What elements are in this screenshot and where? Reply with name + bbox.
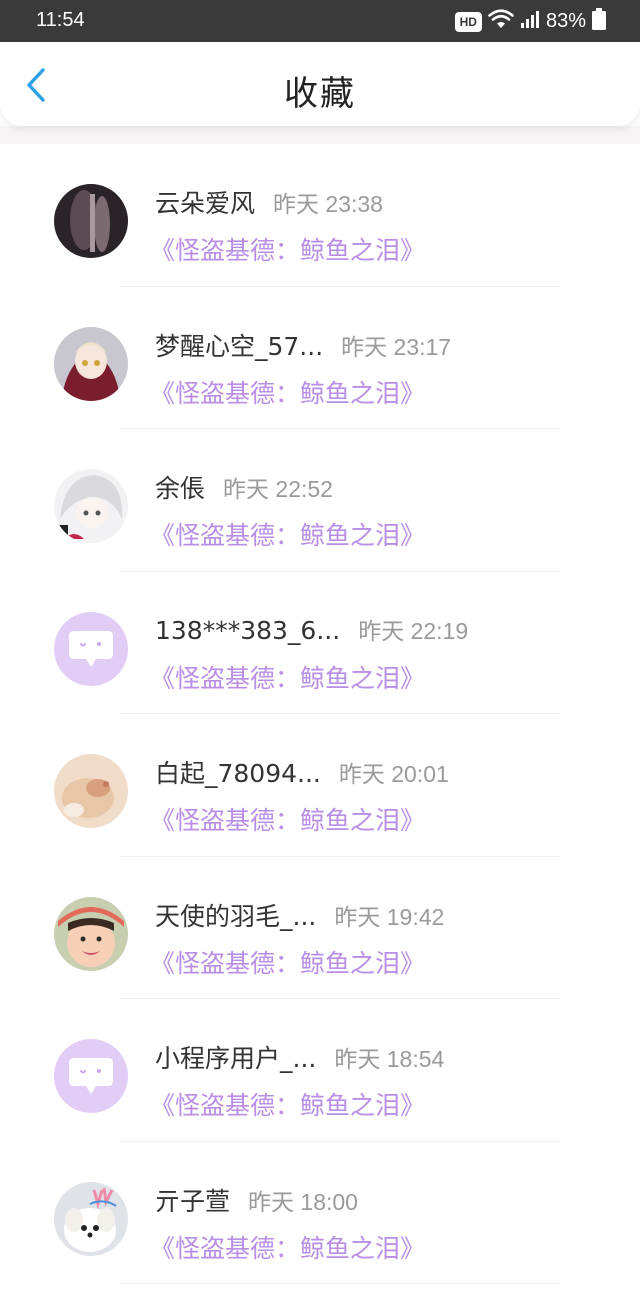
default-avatar[interactable]	[54, 611, 128, 686]
user-name: 138***383_6...	[155, 615, 341, 645]
status-icons: HD 83%	[454, 8, 606, 35]
user-name: 余倀	[155, 474, 206, 503]
collection-title-link[interactable]: 《怪盗基德：鲸鱼之泪》	[150, 374, 425, 410]
collection-title-link[interactable]: 《怪盗基德：鲸鱼之泪》	[150, 516, 425, 552]
user-name: 梦醒心空_57...	[155, 331, 324, 361]
timestamp: 昨天 19:42	[334, 903, 445, 930]
name-row: 白起_78094... 昨天 20:01	[155, 754, 449, 790]
battery-percent: 83%	[545, 10, 586, 32]
list-item[interactable]: 白起_78094... 昨天 20:01 《怪盗基德：鲸鱼之泪》	[0, 714, 640, 857]
chat-bubble-icon	[69, 630, 113, 667]
collection-title-link[interactable]: 《怪盗基德：鲸鱼之泪》	[150, 659, 425, 695]
signal-icon	[520, 9, 540, 34]
list-item[interactable]: 138***383_6... 昨天 22:19 《怪盗基德：鲸鱼之泪》	[0, 572, 640, 714]
collection-title-link[interactable]: 《怪盗基德：鲸鱼之泪》	[150, 1229, 425, 1265]
list-item[interactable]: 云朵爱风 昨天 23:38 《怪盗基德：鲸鱼之泪》	[0, 144, 640, 287]
collection-title-link[interactable]: 《怪盗基德：鲸鱼之泪》	[150, 1086, 425, 1122]
timestamp: 昨天 22:19	[358, 617, 469, 644]
name-row: 小程序用户_... 昨天 18:54	[155, 1039, 444, 1075]
status-bar: 11:54 HD 83%	[0, 0, 640, 42]
collection-title-link[interactable]: 《怪盗基德：鲸鱼之泪》	[150, 801, 425, 837]
name-row: 云朵爱风 昨天 23:38	[155, 184, 383, 220]
name-row: 梦醒心空_57... 昨天 23:17	[155, 327, 451, 363]
collection-title-link[interactable]: 《怪盗基德：鲸鱼之泪》	[150, 944, 425, 980]
avatar[interactable]	[54, 184, 128, 258]
chat-bubble-icon	[69, 1058, 113, 1094]
timestamp: 昨天 18:00	[248, 1188, 358, 1215]
list-item[interactable]: 天使的羽毛_... 昨天 19:42 《怪盗基德：鲸鱼之泪》	[0, 857, 640, 999]
status-time: 11:54	[36, 9, 85, 31]
name-row: 138***383_6... 昨天 22:19	[155, 612, 468, 646]
timestamp: 昨天 23:38	[273, 191, 383, 217]
user-name: 亓子萱	[155, 1186, 231, 1216]
name-row: 亓子萱 昨天 18:00	[155, 1182, 358, 1218]
default-avatar[interactable]	[54, 1039, 128, 1113]
name-row: 天使的羽毛_... 昨天 19:42	[155, 897, 444, 933]
hd-badge: HD	[454, 11, 482, 32]
collection-title-link[interactable]: 《怪盗基德：鲸鱼之泪》	[150, 231, 425, 267]
header-separator	[0, 126, 640, 144]
user-name: 天使的羽毛_...	[155, 901, 317, 931]
list-item[interactable]: 余倀 昨天 22:52 《怪盗基德：鲸鱼之泪》	[0, 429, 640, 572]
user-name: 小程序用户_...	[155, 1044, 317, 1073]
list-item[interactable]: 梦醒心空_57... 昨天 23:17 《怪盗基德：鲸鱼之泪》	[0, 287, 640, 429]
timestamp: 昨天 18:54	[334, 1046, 445, 1072]
name-row: 余倀 昨天 22:52	[155, 469, 333, 505]
avatar[interactable]	[54, 896, 128, 971]
page-title: 收藏	[284, 74, 356, 114]
list-item[interactable]: 亓子萱 昨天 18:00 《怪盗基德：鲸鱼之泪》	[0, 1142, 640, 1284]
avatar[interactable]	[54, 469, 128, 543]
wifi-icon	[488, 8, 514, 35]
user-name: 云朵爱风	[155, 189, 256, 218]
battery-icon	[592, 8, 606, 35]
favorites-list: 云朵爱风 昨天 23:38 《怪盗基德：鲸鱼之泪》 梦醒心空_57... 昨天 …	[0, 144, 640, 1284]
list-item[interactable]: 小程序用户_... 昨天 18:54 《怪盗基德：鲸鱼之泪》	[0, 999, 640, 1142]
user-name: 白起_78094...	[155, 759, 321, 788]
avatar[interactable]	[54, 754, 128, 828]
divider	[120, 1283, 560, 1284]
timestamp: 昨天 23:17	[341, 333, 452, 360]
timestamp: 昨天 22:52	[223, 476, 333, 502]
avatar[interactable]	[54, 1181, 128, 1256]
nav-header: 收藏	[0, 42, 640, 126]
timestamp: 昨天 20:01	[338, 761, 449, 787]
avatar[interactable]	[54, 326, 128, 401]
